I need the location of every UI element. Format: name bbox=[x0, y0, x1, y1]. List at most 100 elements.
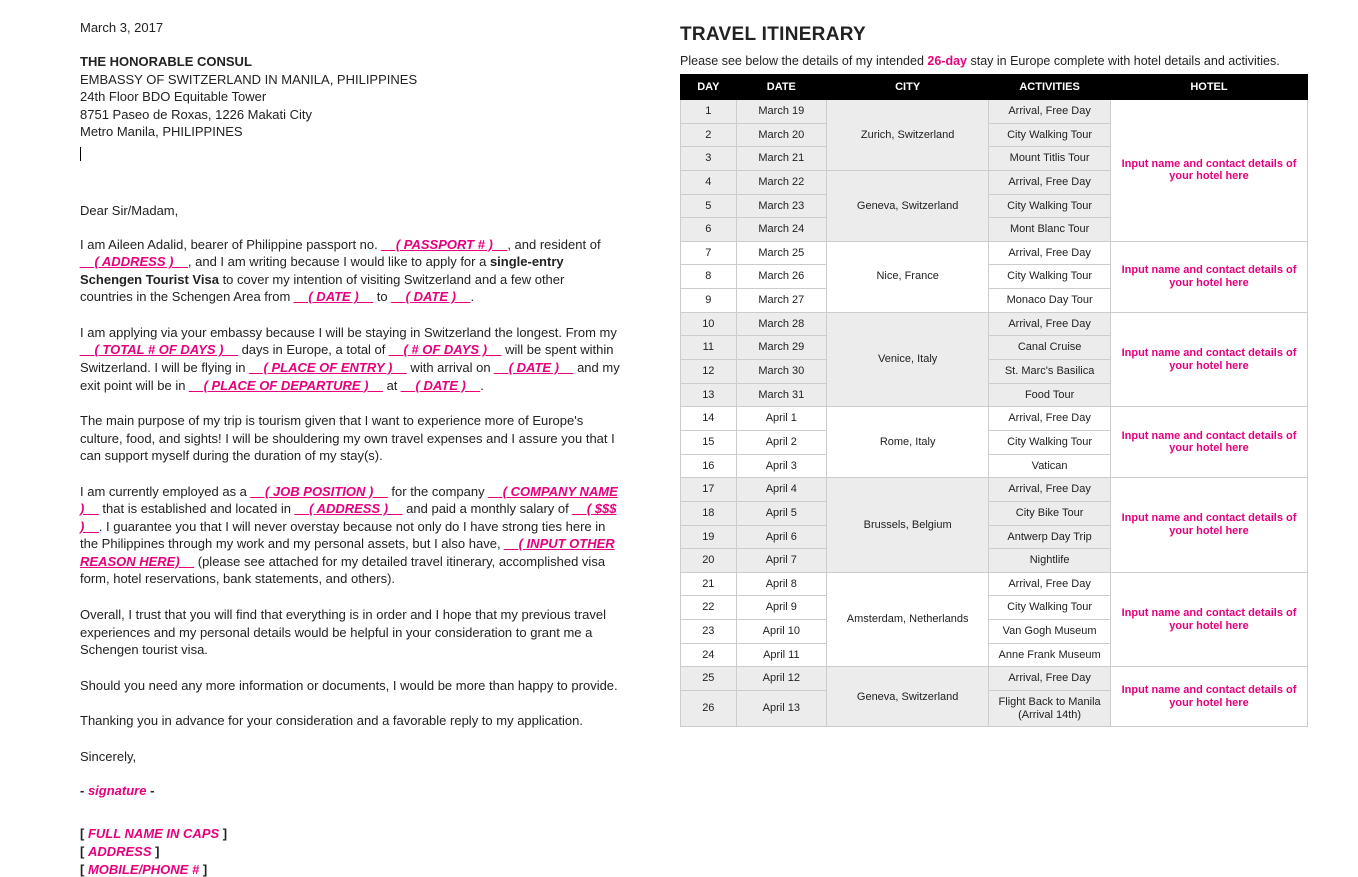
placeholder-company-address: __( ADDRESS )__ bbox=[295, 501, 403, 516]
cell-day: 7 bbox=[681, 241, 737, 265]
cell-activity: Monaco Day Tour bbox=[989, 289, 1111, 313]
col-header-city: CITY bbox=[827, 75, 989, 100]
cell-date: April 1 bbox=[736, 407, 826, 431]
cell-day: 13 bbox=[681, 383, 737, 407]
cell-city: Rome, Italy bbox=[827, 407, 989, 478]
signature-block: [ FULL NAME IN CAPS ] [ ADDRESS ] [ MOBI… bbox=[80, 826, 620, 877]
cell-date: April 4 bbox=[736, 478, 826, 502]
cell-activity: City Walking Tour bbox=[989, 596, 1111, 620]
table-row: 1March 19Zurich, SwitzerlandArrival, Fre… bbox=[681, 100, 1308, 124]
cell-activity: Arrival, Free Day bbox=[989, 407, 1111, 431]
cell-date: March 19 bbox=[736, 100, 826, 124]
cell-activity: Food Tour bbox=[989, 383, 1111, 407]
cell-day: 10 bbox=[681, 312, 737, 336]
cell-day: 1 bbox=[681, 100, 737, 124]
cell-day: 23 bbox=[681, 620, 737, 644]
cell-day: 21 bbox=[681, 572, 737, 596]
cell-activity: Mont Blanc Tour bbox=[989, 218, 1111, 242]
addr-line-4: Metro Manila, PHILIPPINES bbox=[80, 123, 620, 141]
cell-date: April 5 bbox=[736, 501, 826, 525]
paragraph-6: Should you need any more information or … bbox=[80, 677, 620, 695]
cell-day: 2 bbox=[681, 123, 737, 147]
cell-date: March 20 bbox=[736, 123, 826, 147]
placeholder-total-days: __( TOTAL # OF DAYS )__ bbox=[80, 342, 238, 357]
cell-day: 25 bbox=[681, 667, 737, 691]
cell-date: March 27 bbox=[736, 289, 826, 313]
cell-date: April 2 bbox=[736, 430, 826, 454]
cell-activity: Van Gogh Museum bbox=[989, 620, 1111, 644]
cell-day: 18 bbox=[681, 501, 737, 525]
cell-activity: Mount Titlis Tour bbox=[989, 147, 1111, 171]
cell-activity: City Walking Tour bbox=[989, 194, 1111, 218]
cell-activity: Anne Frank Museum bbox=[989, 643, 1111, 667]
cell-activity: Nightlife bbox=[989, 549, 1111, 573]
cell-date: March 29 bbox=[736, 336, 826, 360]
cell-date: April 12 bbox=[736, 667, 826, 691]
placeholder-address: __( ADDRESS )__ bbox=[80, 254, 188, 269]
letter-date: March 3, 2017 bbox=[80, 20, 620, 35]
placeholder-place-entry: __( PLACE OF ENTRY )__ bbox=[249, 360, 407, 375]
cell-activity: Canal Cruise bbox=[989, 336, 1111, 360]
cell-city: Geneva, Switzerland bbox=[827, 170, 989, 241]
cell-city: Nice, France bbox=[827, 241, 989, 312]
itinerary-panel: TRAVEL ITINERARY Please see below the de… bbox=[680, 0, 1358, 812]
col-header-day: DAY bbox=[681, 75, 737, 100]
cell-day: 19 bbox=[681, 525, 737, 549]
addressee-title: THE HONORABLE CONSUL bbox=[80, 53, 620, 71]
signature-line: - signature - bbox=[80, 783, 620, 798]
cell-hotel-placeholder: Input name and contact details of your h… bbox=[1110, 407, 1307, 478]
cell-activity: Antwerp Day Trip bbox=[989, 525, 1111, 549]
cell-activity: Flight Back to Manila (Arrival 14th) bbox=[989, 691, 1111, 727]
placeholder-place-departure: __( PLACE OF DEPARTURE )__ bbox=[189, 378, 383, 393]
cell-activity: City Walking Tour bbox=[989, 265, 1111, 289]
itinerary-table: DAY DATE CITY ACTIVITIES HOTEL 1March 19… bbox=[680, 74, 1308, 727]
paragraph-4: I am currently employed as a __( JOB POS… bbox=[80, 483, 620, 588]
cell-day: 9 bbox=[681, 289, 737, 313]
cell-day: 14 bbox=[681, 407, 737, 431]
cell-date: March 26 bbox=[736, 265, 826, 289]
cell-day: 5 bbox=[681, 194, 737, 218]
paragraph-5: Overall, I trust that you will find that… bbox=[80, 606, 620, 659]
cell-activity: Arrival, Free Day bbox=[989, 241, 1111, 265]
cell-activity: City Walking Tour bbox=[989, 123, 1111, 147]
cell-city: Brussels, Belgium bbox=[827, 478, 989, 573]
cell-hotel-placeholder: Input name and contact details of your h… bbox=[1110, 241, 1307, 312]
placeholder-date-to: __( DATE )__ bbox=[391, 289, 470, 304]
cell-date: April 6 bbox=[736, 525, 826, 549]
cell-date: April 3 bbox=[736, 454, 826, 478]
cell-date: March 25 bbox=[736, 241, 826, 265]
text-cursor bbox=[80, 147, 81, 161]
closing: Sincerely, bbox=[80, 748, 620, 766]
cell-day: 11 bbox=[681, 336, 737, 360]
cell-date: March 23 bbox=[736, 194, 826, 218]
placeholder-passport: __( PASSPORT # )__ bbox=[381, 237, 507, 252]
cell-day: 26 bbox=[681, 691, 737, 727]
cover-letter: March 3, 2017 THE HONORABLE CONSUL EMBAS… bbox=[0, 0, 680, 812]
cell-date: April 13 bbox=[736, 691, 826, 727]
cell-date: March 30 bbox=[736, 360, 826, 384]
placeholder-arrival-date: __( DATE )__ bbox=[494, 360, 573, 375]
placeholder-job: __( JOB POSITION )__ bbox=[251, 484, 388, 499]
cell-day: 3 bbox=[681, 147, 737, 171]
table-row: 25April 12Geneva, SwitzerlandArrival, Fr… bbox=[681, 667, 1308, 691]
itinerary-title: TRAVEL ITINERARY bbox=[680, 24, 1308, 46]
cell-activity: Arrival, Free Day bbox=[989, 100, 1111, 124]
cell-day: 17 bbox=[681, 478, 737, 502]
cell-day: 20 bbox=[681, 549, 737, 573]
cell-hotel-placeholder: Input name and contact details of your h… bbox=[1110, 667, 1307, 727]
cell-activity: Arrival, Free Day bbox=[989, 312, 1111, 336]
cell-activity: St. Marc's Basilica bbox=[989, 360, 1111, 384]
table-row: 7March 25Nice, FranceArrival, Free DayIn… bbox=[681, 241, 1308, 265]
cell-day: 22 bbox=[681, 596, 737, 620]
itinerary-subtitle: Please see below the details of my inten… bbox=[680, 54, 1308, 68]
cell-city: Venice, Italy bbox=[827, 312, 989, 407]
addr-line-1: EMBASSY OF SWITZERLAND IN MANILA, PHILIP… bbox=[80, 71, 620, 89]
cell-date: March 31 bbox=[736, 383, 826, 407]
placeholder-full-name: FULL NAME IN CAPS bbox=[88, 826, 219, 841]
cell-date: April 8 bbox=[736, 572, 826, 596]
paragraph-3: The main purpose of my trip is tourism g… bbox=[80, 412, 620, 465]
addr-line-2: 24th Floor BDO Equitable Tower bbox=[80, 88, 620, 106]
cell-date: April 7 bbox=[736, 549, 826, 573]
cell-day: 8 bbox=[681, 265, 737, 289]
addr-line-3: 8751 Paseo de Roxas, 1226 Makati City bbox=[80, 106, 620, 124]
